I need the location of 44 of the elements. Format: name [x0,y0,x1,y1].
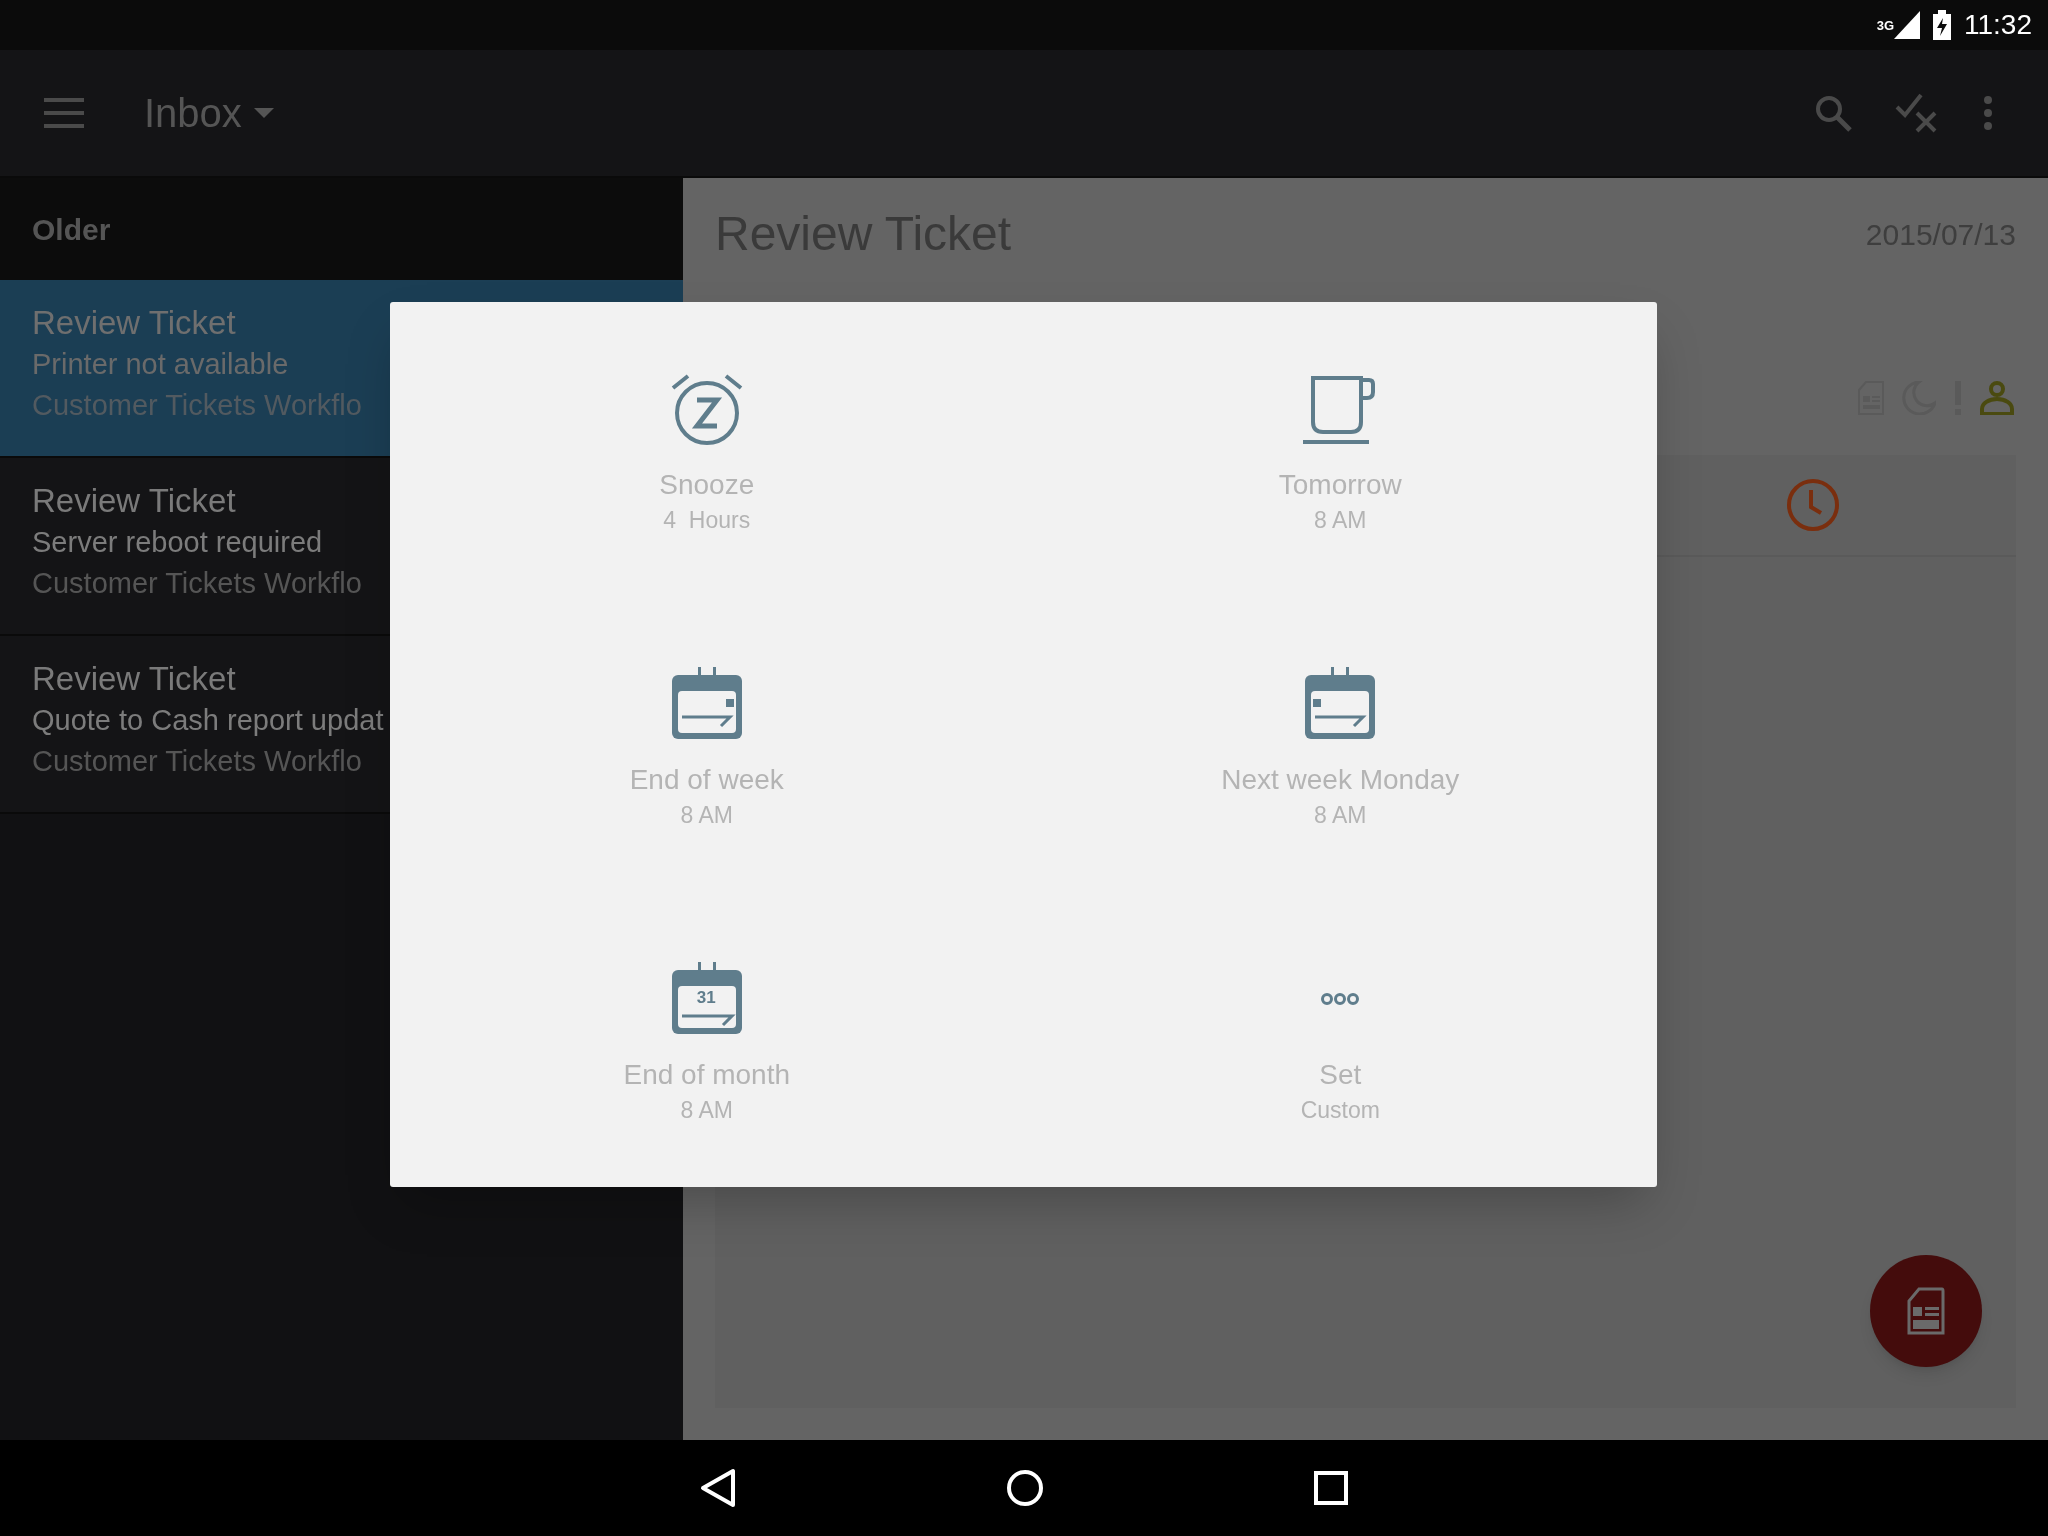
more-options-icon[interactable] [1983,96,1993,130]
clock-time: 11:32 [1964,8,2032,42]
workflow-name: Customer Tickets Workflo [32,744,362,779]
signal-icon [1894,11,1920,39]
menu-icon[interactable] [44,98,84,128]
back-icon[interactable] [700,1468,736,1508]
option-label: End of month [623,1058,791,1092]
person-icon[interactable] [1980,380,2014,415]
document-icon [1907,1287,1945,1335]
day-number: 31 [696,989,716,1007]
option-label: Set [1319,1058,1362,1092]
option-time: 8 AM [680,1096,733,1124]
option-time: 8 AM [1314,801,1367,829]
snooze-option[interactable]: Tomorrow 8 AM [1023,302,1657,597]
ticket-title: Review Ticket [32,481,236,521]
snooze-option[interactable]: 31 End of month 8 AM [390,892,1024,1187]
network-type-label: 3G [1876,19,1894,32]
ticket-subject: Quote to Cash report updat [32,703,384,738]
section-title: Older [32,211,111,248]
option-label: Next week Monday [1221,763,1460,797]
ticket-subject: Printer not available [32,347,289,382]
snooze-option[interactable]: Next week Monday 8 AM [1023,597,1657,892]
ticket-title: Review Ticket [32,303,236,343]
workflow-name: Customer Tickets Workflo [32,566,362,601]
calendar-icon [669,667,744,741]
battery-charging-icon [1932,10,1952,40]
caret-icon [253,108,274,118]
ticket-title: Review Ticket [32,659,236,699]
ticket-subject: Server reboot required [32,525,323,560]
option-time: 8 AM [1314,506,1367,534]
alarm-clock-icon [669,372,744,446]
option-label: Tomorrow [1278,468,1402,502]
snooze-option[interactable]: Set Custom [1023,892,1657,1187]
check-cross-icon[interactable] [1895,91,1939,135]
calendar-icon [669,962,744,1036]
calendar-icon [1303,667,1378,741]
recent-apps-icon[interactable] [1314,1471,1348,1505]
inbox-dropdown[interactable]: Inbox [144,83,274,143]
search-icon[interactable] [1813,93,1853,133]
option-time: Custom [1300,1096,1380,1124]
home-icon[interactable] [1006,1469,1044,1507]
clock-icon[interactable] [1786,478,1840,532]
more-horizontal-icon [1321,993,1360,1005]
option-time: 8 AM [680,801,733,829]
